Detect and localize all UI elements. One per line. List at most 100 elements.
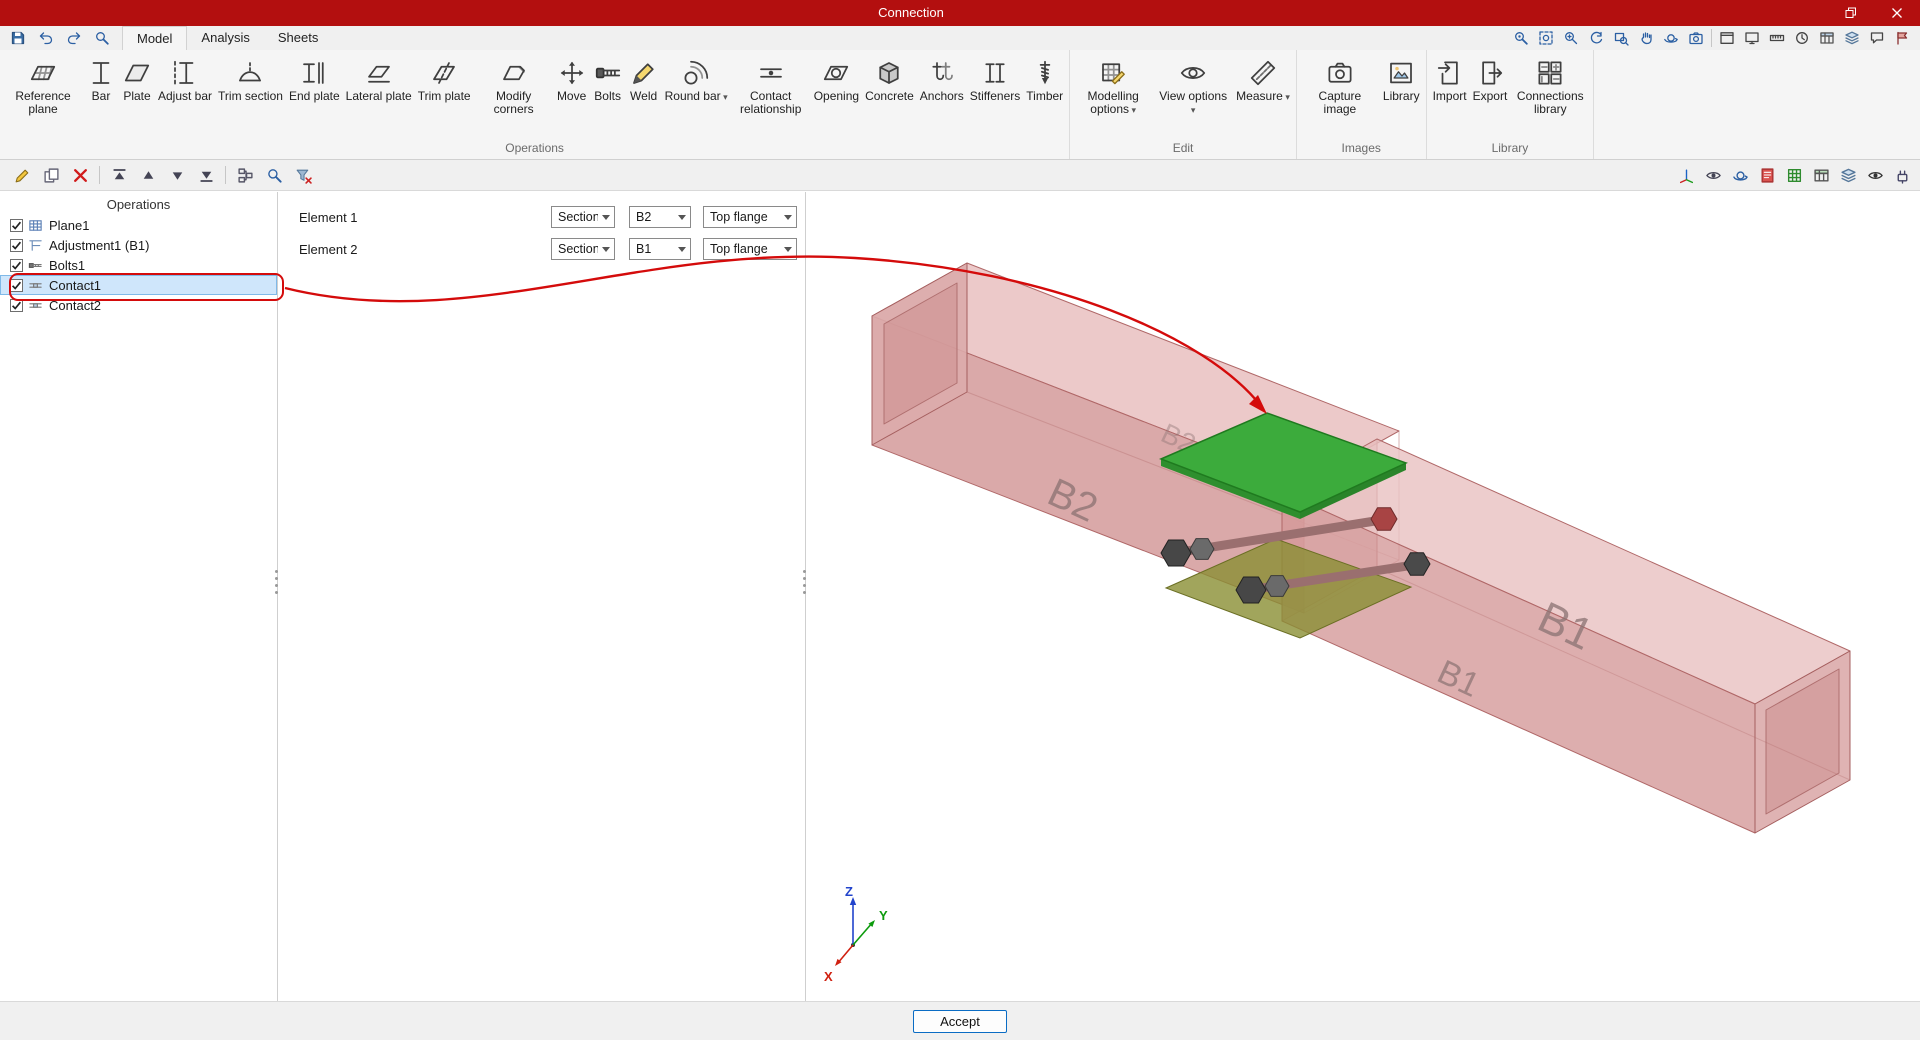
redo-icon[interactable] xyxy=(64,28,84,48)
move-last-icon[interactable] xyxy=(196,165,216,185)
ribbon-end-plate-button[interactable]: End plate xyxy=(286,52,343,105)
restore-button[interactable] xyxy=(1828,0,1874,26)
checkbox[interactable] xyxy=(10,238,23,252)
element-1-select-2[interactable]: Top flange xyxy=(703,206,797,228)
camera-icon[interactable] xyxy=(1686,28,1706,48)
flag-icon[interactable] xyxy=(1892,28,1912,48)
duplicate-icon[interactable] xyxy=(41,165,61,185)
ribbon-trim-plate-button[interactable]: Trim plate xyxy=(415,52,474,105)
find-icon[interactable] xyxy=(1511,28,1531,48)
save-icon[interactable] xyxy=(8,28,28,48)
ribbon-bar-button[interactable]: Bar xyxy=(83,52,119,105)
contact-item-icon xyxy=(28,278,44,293)
tree-splitter-handle[interactable] xyxy=(273,562,279,602)
ribbon-trim-section-button[interactable]: Trim section xyxy=(215,52,286,105)
ribbon-reference-plane-button[interactable]: Reference plane xyxy=(3,52,83,119)
viewport-3d[interactable]: B2 B2 B1 B1 Z Y X xyxy=(807,192,1920,1001)
clock-icon[interactable] xyxy=(1792,28,1812,48)
ribbon-adjust-bar-button[interactable]: Adjust bar xyxy=(155,52,215,105)
ribbon-weld-button[interactable]: Weld xyxy=(626,52,662,105)
round-bar-icon xyxy=(681,56,711,90)
search-icon[interactable] xyxy=(92,28,112,48)
ribbon-group-label: Operations xyxy=(505,141,564,155)
delete-icon[interactable] xyxy=(70,165,90,185)
tree-item-contact2[interactable]: Contact2 xyxy=(0,295,277,315)
accept-button[interactable]: Accept xyxy=(913,1009,1007,1033)
orbit-icon[interactable] xyxy=(1661,28,1681,48)
ribbon-lateral-plate-button[interactable]: Lateral plate xyxy=(343,52,415,105)
mesh-icon[interactable] xyxy=(1784,165,1804,185)
ribbon-contact-relationship-button[interactable]: Contact relationship xyxy=(731,52,811,119)
element-2-select-1[interactable]: B1 xyxy=(629,238,691,260)
ribbon-view-options-button[interactable]: View options ▾ xyxy=(1153,52,1233,119)
select-value: Top flange xyxy=(710,242,768,256)
element-1-select-1[interactable]: B2 xyxy=(629,206,691,228)
ribbon-round-bar-button[interactable]: Round bar ▾ xyxy=(662,52,731,105)
checkbox[interactable] xyxy=(10,218,23,232)
window-icon[interactable] xyxy=(1717,28,1737,48)
ribbon-export-button[interactable]: Export xyxy=(1470,52,1511,105)
move-first-icon[interactable] xyxy=(109,165,129,185)
ribbon-stiffeners-button[interactable]: Stiffeners xyxy=(967,52,1023,105)
tree-item-contact1[interactable]: Contact1 xyxy=(0,275,277,295)
move-down-icon[interactable] xyxy=(167,165,187,185)
tree-item-plane1[interactable]: Plane1 xyxy=(0,215,277,235)
ribbon-plate-button[interactable]: Plate xyxy=(119,52,155,105)
filter-clear-icon[interactable] xyxy=(293,165,313,185)
ribbon-library-button[interactable]: Library xyxy=(1380,52,1423,105)
ribbon-capture-image-button[interactable]: Capture image xyxy=(1300,52,1380,119)
perspective-icon[interactable] xyxy=(1703,165,1723,185)
plate-icon xyxy=(122,56,152,90)
ribbon-move-button[interactable]: Move xyxy=(554,52,590,105)
ribbon-anchors-button[interactable]: Anchors xyxy=(917,52,967,105)
refresh-icon[interactable] xyxy=(1586,28,1606,48)
copy-structure-icon[interactable] xyxy=(235,165,255,185)
report-icon[interactable] xyxy=(1757,165,1777,185)
pan-icon[interactable] xyxy=(1636,28,1656,48)
triad-icon[interactable] xyxy=(1676,165,1696,185)
ribbon-measure-button[interactable]: Measure ▾ xyxy=(1233,52,1293,105)
tab-sheets[interactable]: Sheets xyxy=(264,26,332,50)
properties-splitter-handle[interactable] xyxy=(801,562,807,602)
plugin-icon[interactable] xyxy=(1892,165,1912,185)
close-button[interactable] xyxy=(1874,0,1920,26)
element-2-select-2[interactable]: Top flange xyxy=(703,238,797,260)
timber-icon xyxy=(1030,56,1060,90)
tree-item-adjustment1-b1[interactable]: Adjustment1 (B1) xyxy=(0,235,277,255)
contact-item-icon xyxy=(28,298,44,313)
element-1-select-0[interactable]: Section xyxy=(551,206,615,228)
tables-icon[interactable] xyxy=(1811,165,1831,185)
ribbon-modify-corners-button[interactable]: Modify corners xyxy=(474,52,554,119)
zoom-window-icon[interactable] xyxy=(1611,28,1631,48)
move-up-icon[interactable] xyxy=(138,165,158,185)
zoom-in-icon[interactable] xyxy=(1561,28,1581,48)
checkbox[interactable] xyxy=(10,278,23,292)
undo-icon[interactable] xyxy=(36,28,56,48)
search-icon[interactable] xyxy=(264,165,284,185)
ribbon-connections-library-button[interactable]: Connections library xyxy=(1510,52,1590,119)
checkbox[interactable] xyxy=(10,258,23,272)
ribbon-bolts-button[interactable]: Bolts xyxy=(590,52,626,105)
comment-icon[interactable] xyxy=(1867,28,1887,48)
footer-bar: Accept xyxy=(0,1001,1920,1040)
ribbon-concrete-button[interactable]: Concrete xyxy=(862,52,917,105)
layers-icon[interactable] xyxy=(1842,28,1862,48)
ribbon-opening-button[interactable]: Opening xyxy=(811,52,862,105)
tab-model[interactable]: Model xyxy=(122,26,188,50)
checkbox[interactable] xyxy=(10,298,23,312)
ribbon-timber-button[interactable]: Timber xyxy=(1023,52,1066,105)
element-2-select-0[interactable]: Section xyxy=(551,238,615,260)
orbit-icon[interactable] xyxy=(1730,165,1750,185)
zoom-extents-icon[interactable] xyxy=(1536,28,1556,48)
ribbon-import-button[interactable]: Import xyxy=(1430,52,1470,105)
visibility-icon[interactable] xyxy=(1865,165,1885,185)
ribbon: Reference plane Bar Plate Adjust bar Trim se… xyxy=(0,50,1920,160)
tree-item-bolts1[interactable]: Bolts1 xyxy=(0,255,277,275)
tab-analysis[interactable]: Analysis xyxy=(187,26,263,50)
ribbon-modelling-options-button[interactable]: Modelling options ▾ xyxy=(1073,52,1153,119)
edit-icon[interactable] xyxy=(12,165,32,185)
table-icon[interactable] xyxy=(1817,28,1837,48)
screen-icon[interactable] xyxy=(1742,28,1762,48)
ruler-icon[interactable] xyxy=(1767,28,1787,48)
layers-icon[interactable] xyxy=(1838,165,1858,185)
